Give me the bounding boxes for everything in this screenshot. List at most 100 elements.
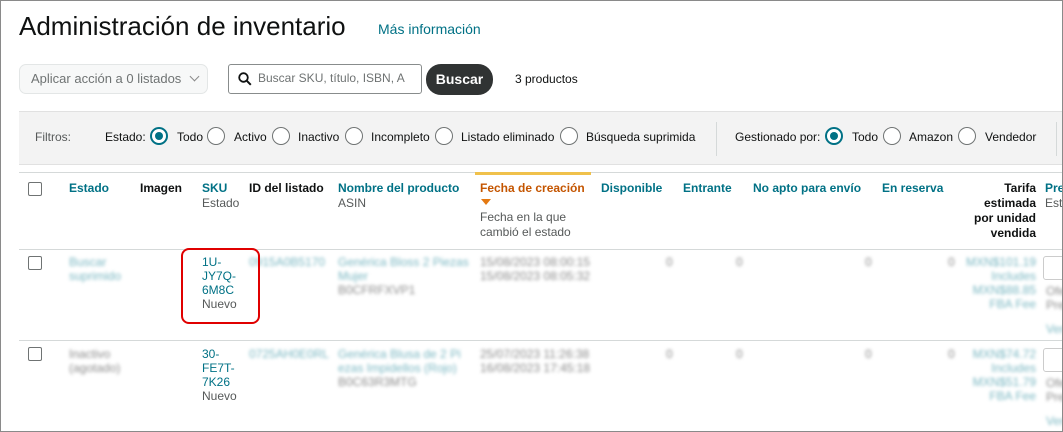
- row-product-name-2[interactable]: ezas Impidellos (Rojo): [338, 361, 457, 375]
- radio-fulfilled-amazon[interactable]: [883, 127, 901, 145]
- bulk-action-select[interactable]: Aplicar acción a 0 listados: [19, 64, 208, 94]
- row-fee-3: MXN$88.85: [972, 283, 1036, 297]
- row-fee: MXN$74.72: [972, 347, 1036, 361]
- search-input[interactable]: [258, 71, 418, 85]
- status-option-all[interactable]: Todo: [177, 130, 203, 144]
- chevron-down-icon: [189, 71, 200, 82]
- sort-desc-icon: [481, 199, 491, 205]
- page-title: Administración de inventario: [19, 11, 346, 41]
- row-product-name[interactable]: Genérica Blusa de 2 Pi: [338, 347, 461, 361]
- row-price-offer: Ofe: [1046, 284, 1062, 298]
- select-all-checkbox[interactable]: [28, 182, 42, 196]
- row-available: 0: [666, 255, 673, 269]
- sort-indicator-bar: [475, 172, 591, 175]
- column-header-reserved[interactable]: En reserva: [882, 181, 943, 196]
- column-header-created[interactable]: Fecha de creación: [480, 181, 585, 196]
- row-checkbox[interactable]: [28, 256, 42, 270]
- row-fee-4: FBA Fee: [989, 297, 1036, 311]
- fulfilled-option-amazon[interactable]: Amazon: [909, 130, 953, 144]
- column-header-inbound[interactable]: Entrante: [683, 181, 732, 196]
- column-header-listing-id: ID del listado: [249, 181, 324, 195]
- row-unfulfillable: 0: [865, 255, 872, 269]
- fulfilled-filter-label: Gestionado por:: [735, 130, 821, 144]
- column-header-image: Imagen: [140, 181, 183, 195]
- fulfilled-option-seller[interactable]: Vendedor: [985, 130, 1036, 144]
- row-fee: MXN$101.19: [965, 255, 1036, 269]
- row-listing-id[interactable]: 0915A0B5170: [249, 255, 325, 269]
- column-header-fee: Tarifa: [1004, 181, 1036, 195]
- radio-fulfilled-all[interactable]: [825, 127, 843, 145]
- row-reserved: 0: [948, 255, 955, 269]
- row-sku-3[interactable]: 7K26: [202, 375, 230, 389]
- radio-status-incomplete[interactable]: [345, 127, 363, 145]
- table-divider: [19, 340, 1062, 341]
- row-status-2: suprimido: [69, 269, 122, 283]
- radio-fulfilled-seller[interactable]: [958, 127, 976, 145]
- row-available: 0: [666, 347, 673, 361]
- price-input[interactable]: [1043, 348, 1062, 372]
- radio-status-active[interactable]: [207, 127, 225, 145]
- row-sku-2[interactable]: FE7T-: [202, 361, 235, 375]
- column-header-price[interactable]: Pre: [1045, 181, 1062, 196]
- column-subheader-asin: ASIN: [338, 196, 367, 210]
- status-option-suppressed[interactable]: Búsqueda suprimida: [586, 130, 695, 144]
- search-box[interactable]: [228, 64, 422, 94]
- row-listing-id[interactable]: 0725AH0E0RL: [249, 347, 329, 361]
- row-product-name[interactable]: Genérica Bloss 2 Piezas: [338, 255, 469, 269]
- row-price-label: Pre: [1046, 298, 1063, 312]
- row-condition: Nuevo: [202, 389, 237, 403]
- row-fee-2: Includes: [991, 361, 1036, 375]
- status-option-deleted[interactable]: Listado eliminado: [461, 130, 554, 144]
- row-inbound: 0: [736, 347, 743, 361]
- row-view-link[interactable]: Ver: [1046, 414, 1062, 428]
- sku-highlight-annotation: [181, 248, 260, 324]
- column-header-product-name[interactable]: Nombre del producto: [338, 181, 459, 196]
- row-unfulfillable: 0: [865, 347, 872, 361]
- more-info-link[interactable]: Más información: [378, 21, 481, 37]
- status-option-incomplete[interactable]: Incompleto: [371, 130, 430, 144]
- column-header-fee-3: por unidad: [974, 211, 1036, 225]
- filters-bar: Filtros: Estado: Todo Activo Inactivo In…: [19, 111, 1062, 165]
- price-input[interactable]: [1043, 256, 1062, 280]
- search-icon: [238, 72, 252, 86]
- row-asin: B0CFRFXVP1: [338, 283, 416, 297]
- row-status-changed: 15/08/2023 08:05:32: [480, 269, 591, 283]
- column-subheader-condition: Estado: [202, 196, 240, 210]
- row-product-name-2[interactable]: Mujer: [338, 269, 368, 283]
- radio-status-suppressed[interactable]: [560, 127, 578, 145]
- search-button[interactable]: Buscar: [426, 64, 493, 95]
- filter-divider: [716, 122, 717, 156]
- status-filter-label: Estado:: [105, 130, 146, 144]
- row-fee-4: FBA Fee: [989, 389, 1036, 403]
- row-checkbox[interactable]: [28, 347, 42, 361]
- row-fee-2: Includes: [991, 269, 1036, 283]
- inventory-table: Estado Imagen SKU Estado ID del listado …: [19, 172, 1063, 431]
- column-header-unfulfillable[interactable]: No apto para envío: [753, 181, 861, 196]
- status-option-inactive[interactable]: Inactivo: [298, 130, 339, 144]
- column-subheader-status-changed: Fecha en la que: [480, 210, 567, 224]
- status-option-active[interactable]: Activo: [234, 130, 267, 144]
- column-header-available[interactable]: Disponible: [601, 181, 662, 196]
- column-header-fee-2: estimada: [983, 196, 1036, 210]
- row-fee-3: MXN$51.79: [972, 375, 1036, 389]
- radio-status-inactive[interactable]: [272, 127, 290, 145]
- row-reserved: 0: [948, 347, 955, 361]
- bulk-action-label: Aplicar acción a 0 listados: [31, 71, 182, 86]
- row-inbound: 0: [736, 255, 743, 269]
- column-subheader-price: Est: [1045, 196, 1063, 210]
- radio-status-deleted[interactable]: [435, 127, 453, 145]
- row-sku[interactable]: 30-: [202, 347, 219, 361]
- filters-label: Filtros:: [35, 130, 71, 144]
- row-created: 25/07/2023 11:26:38: [480, 347, 590, 361]
- row-status-changed: 16/08/2023 17:45:18: [480, 361, 591, 375]
- filter-divider: [1056, 122, 1057, 156]
- column-header-fee-4: vendida: [990, 226, 1036, 240]
- row-status-2: (agotado): [69, 361, 121, 375]
- row-view-link[interactable]: Ver: [1046, 322, 1062, 336]
- column-subheader-status-changed-2: cambió el estado: [480, 225, 571, 239]
- row-status: Buscar: [69, 255, 107, 269]
- column-header-sku[interactable]: SKU: [202, 181, 227, 196]
- column-header-status[interactable]: Estado: [69, 181, 109, 196]
- fulfilled-option-all[interactable]: Todo: [852, 130, 878, 144]
- radio-status-all[interactable]: [150, 127, 168, 145]
